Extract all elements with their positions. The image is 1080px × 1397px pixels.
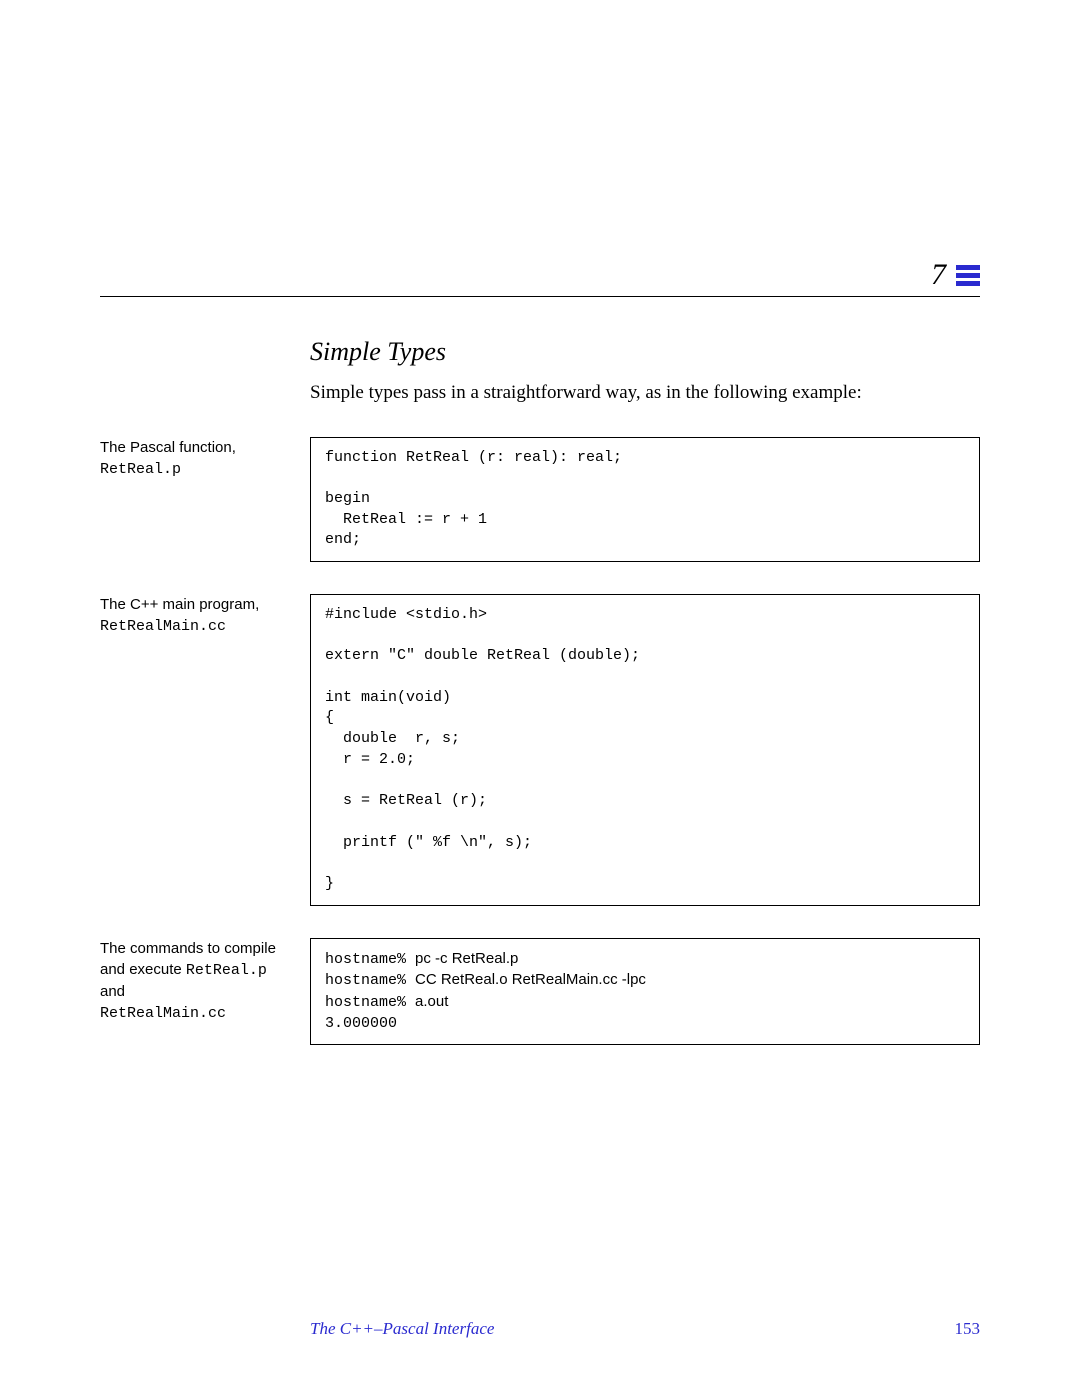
example-row: The commands to compile and execute RetR… [100,938,980,1046]
example-row: The C++ main program, RetRealMain.cc #in… [100,594,980,906]
command: pc -c RetReal.p [415,950,518,967]
example-row: The Pascal function, RetReal.p function … [100,437,980,562]
example-caption: The commands to compile and execute RetR… [100,938,310,1024]
prompt: hostname% [325,972,415,989]
caption-filename: RetReal.p [100,461,181,478]
footer-page-number: 153 [955,1319,981,1339]
section: Simple Types Simple types pass in a stra… [310,337,980,407]
caption-text: The C++ main program, [100,596,259,613]
command: a.out [415,993,448,1010]
prompt: hostname% [325,994,415,1011]
section-title: Simple Types [310,337,980,367]
caption-text: and [100,983,125,1000]
output: 3.000000 [325,1015,397,1032]
chapter-number: 7 [931,260,946,290]
command: CC RetReal.o RetRealMain.cc -lpc [415,971,646,988]
caption-filename: RetRealMain.cc [100,1005,226,1022]
code-box: #include <stdio.h> extern "C" double Ret… [310,594,980,906]
page-content: 7 Simple Types Simple types pass in a st… [0,0,1080,1045]
caption-filename: RetRealMain.cc [100,618,226,635]
prompt: hostname% [325,951,415,968]
code-box: hostname% pc -c RetReal.p hostname% CC R… [310,938,980,1046]
caption-text: The Pascal function, [100,439,236,456]
section-body: Simple types pass in a straightforward w… [310,379,980,407]
hamburger-icon [956,265,980,286]
page-footer: The C++–Pascal Interface 153 [100,1319,980,1339]
footer-title: The C++–Pascal Interface [310,1319,494,1339]
chapter-header: 7 [100,260,980,297]
caption-filename: RetReal.p [186,962,267,979]
code-box: function RetReal (r: real): real; begin … [310,437,980,562]
example-caption: The Pascal function, RetReal.p [100,437,310,480]
example-caption: The C++ main program, RetRealMain.cc [100,594,310,637]
